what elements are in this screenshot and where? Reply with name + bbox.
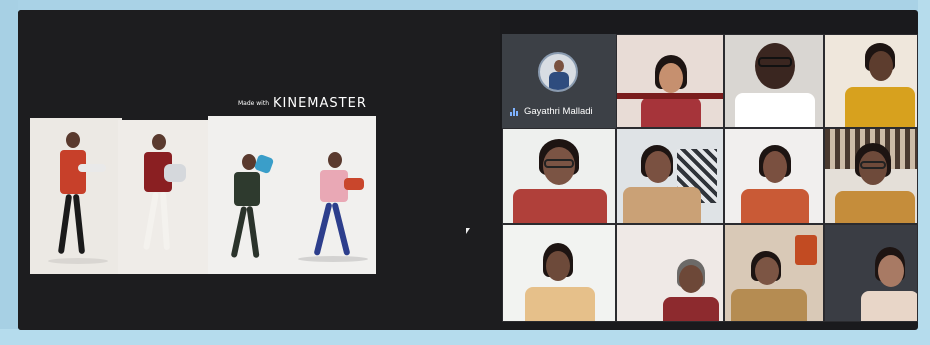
dance-prop xyxy=(344,178,364,190)
device-bezel-bottom xyxy=(0,329,930,345)
dancer-head xyxy=(328,152,342,168)
participant-tile[interactable] xyxy=(724,34,824,128)
dancer-head xyxy=(152,134,166,150)
participant-name: Gayathri Malladi xyxy=(524,106,593,117)
participant-face xyxy=(645,151,671,183)
participant-body xyxy=(861,291,917,321)
participant-tile[interactable] xyxy=(502,128,616,224)
participant-tile[interactable] xyxy=(616,224,724,322)
dance-prop xyxy=(164,164,186,182)
participant-face xyxy=(869,51,893,81)
glasses-icon xyxy=(758,57,792,67)
participant-face xyxy=(679,265,703,293)
participant-avatar xyxy=(538,52,578,92)
dance-clip-2 xyxy=(118,120,208,274)
dancer-leg xyxy=(331,202,351,256)
glasses-icon xyxy=(860,161,886,169)
dancer-head xyxy=(66,132,80,148)
participant-body xyxy=(735,93,815,127)
watermark-brand: KINEMASTER xyxy=(273,96,367,111)
participant-body xyxy=(845,87,915,127)
floor-shadow xyxy=(298,256,368,262)
participant-tile[interactable] xyxy=(616,128,724,224)
mouse-cursor-icon xyxy=(466,228,470,234)
participant-tile[interactable] xyxy=(724,224,824,322)
dancer-leg xyxy=(159,191,171,251)
participant-body xyxy=(835,191,915,223)
participant-body xyxy=(741,189,809,223)
audio-level-icon xyxy=(510,107,519,116)
participant-face xyxy=(878,255,904,287)
device-bezel-left xyxy=(0,0,18,345)
device-bezel-right xyxy=(918,0,930,345)
dancer-leg xyxy=(313,202,333,256)
participant-body xyxy=(513,189,607,223)
dancer-leg xyxy=(143,191,159,251)
active-speaker-tile[interactable]: Gayathri Malladi xyxy=(502,34,616,128)
dancer-top xyxy=(60,150,86,194)
participant-body xyxy=(641,97,701,127)
dancer-top xyxy=(234,172,260,206)
shared-screen-area: Made with KINEMASTER xyxy=(18,10,500,330)
participant-tile[interactable] xyxy=(824,34,918,128)
participant-tile[interactable] xyxy=(824,128,918,224)
participant-body xyxy=(731,289,807,321)
dance-clip-1 xyxy=(30,118,122,274)
watermark-prefix: Made with xyxy=(238,100,269,107)
participant-tile[interactable] xyxy=(724,128,824,224)
wall-decoration xyxy=(795,235,817,265)
participant-face xyxy=(546,251,570,281)
meeting-screen: Made with KINEMASTER Gayathri Malladi xyxy=(18,10,918,330)
participant-body xyxy=(525,287,595,321)
participant-tile[interactable] xyxy=(616,34,724,128)
kinemaster-watermark: Made with KINEMASTER xyxy=(238,96,367,111)
dance-clip-3 xyxy=(208,116,376,274)
glasses-icon xyxy=(544,159,574,168)
dancer-leg xyxy=(230,205,248,259)
participant-face xyxy=(763,151,787,183)
dancer-leg xyxy=(72,193,86,255)
dancer-leg xyxy=(57,193,73,255)
participant-name-row: Gayathri Malladi xyxy=(510,106,593,117)
participant-face xyxy=(755,257,779,285)
participant-body xyxy=(623,187,701,223)
participant-face xyxy=(659,63,683,93)
floor-shadow xyxy=(48,258,108,264)
participant-tile[interactable] xyxy=(502,224,616,322)
dancer-leg xyxy=(246,205,260,259)
dance-prop xyxy=(78,164,106,172)
participant-tile[interactable] xyxy=(824,224,918,322)
participant-body xyxy=(663,297,719,321)
participant-gallery: Gayathri Malladi xyxy=(502,34,918,322)
chair-back xyxy=(617,93,723,99)
